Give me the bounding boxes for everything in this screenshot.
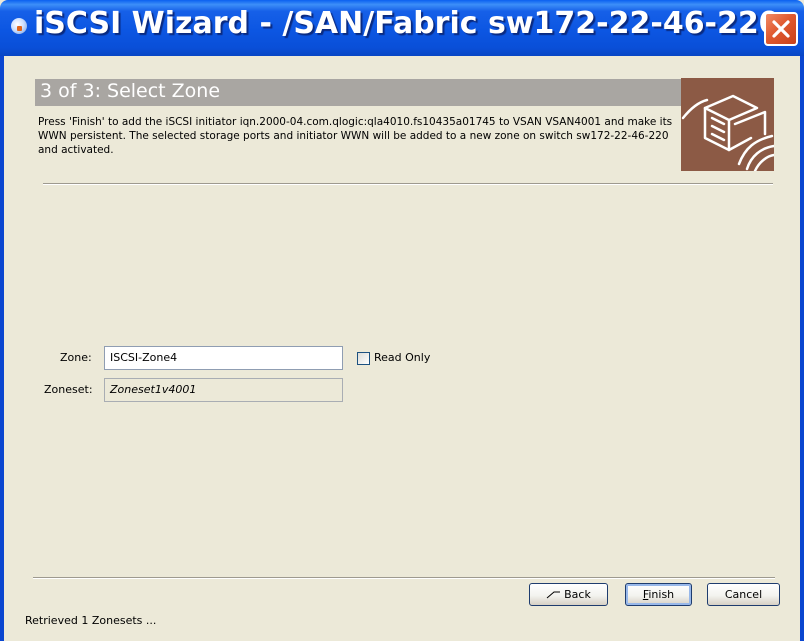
window-title: iSCSI Wizard - /SAN/Fabric sw172-22-46-2… — [34, 6, 780, 41]
cancel-button[interactable]: Cancel — [707, 583, 780, 606]
iscsi-wizard-window: iSCSI Wizard - /SAN/Fabric sw172-22-46-2… — [0, 0, 804, 641]
zone-input[interactable]: ISCSI-Zone4 — [104, 346, 343, 370]
zoneset-label: Zoneset: — [44, 383, 93, 396]
zoneset-field: Zoneset1v4001 — [104, 378, 343, 402]
status-text: Retrieved 1 Zonesets ... — [25, 614, 157, 627]
close-button[interactable] — [764, 12, 798, 46]
back-label: Back — [564, 588, 591, 601]
window-border-right — [800, 56, 804, 641]
back-arrow-icon — [546, 585, 561, 606]
window-border-left — [0, 56, 4, 641]
finish-button[interactable]: Finish — [625, 583, 692, 606]
app-icon — [11, 18, 27, 34]
header-separator — [43, 183, 773, 185]
close-icon — [772, 20, 790, 38]
read-only-checkbox[interactable] — [357, 352, 370, 365]
step-description: Press 'Finish' to add the iSCSI initiato… — [38, 116, 673, 156]
finish-label: inish — [648, 588, 675, 601]
zone-label: Zone: — [60, 351, 92, 364]
step-title: 3 of 3: Select Zone — [40, 80, 221, 102]
read-only-label[interactable]: Read Only — [374, 351, 430, 364]
title-bar[interactable]: iSCSI Wizard - /SAN/Fabric sw172-22-46-2… — [0, 0, 804, 56]
footer-separator — [33, 577, 775, 579]
back-button[interactable]: Back — [529, 583, 608, 606]
network-storage-icon — [681, 78, 776, 173]
